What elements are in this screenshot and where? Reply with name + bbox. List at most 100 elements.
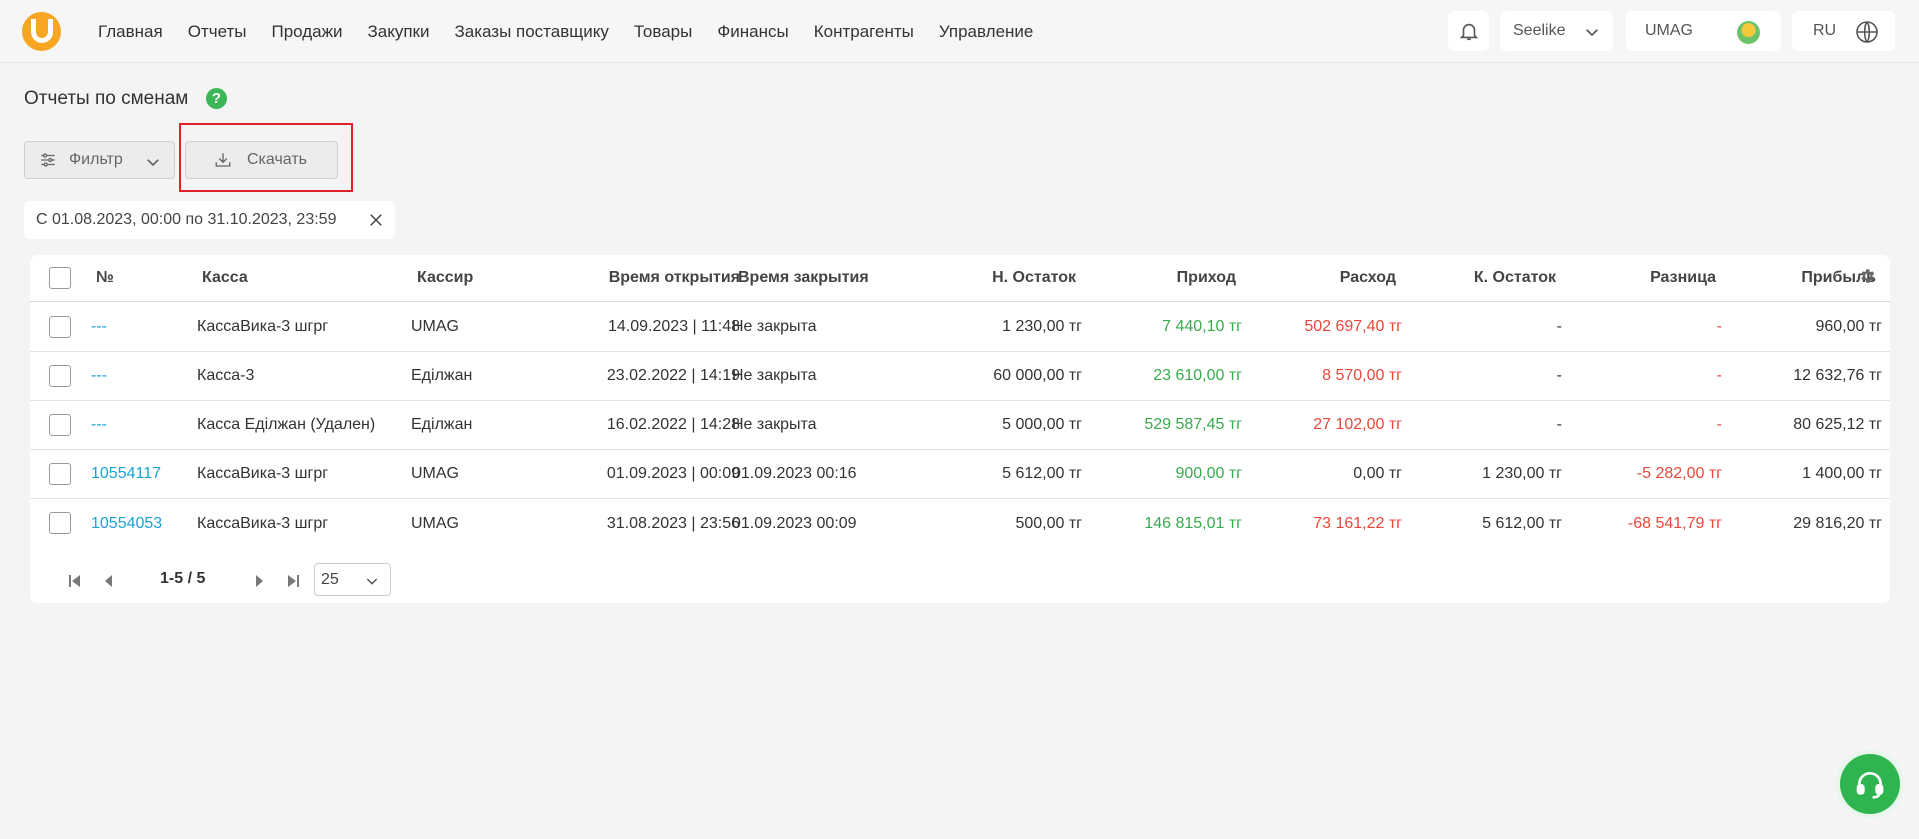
row-end-balance: - <box>1556 367 1562 384</box>
row-checkbox[interactable] <box>49 414 71 436</box>
nav-item-home[interactable]: Главная <box>98 22 163 42</box>
row-checkbox[interactable] <box>49 365 71 387</box>
table-row[interactable]: --- Касса Еділжан (Удален) Еділжан 16.02… <box>30 401 1890 450</box>
nav-item-purchases[interactable]: Закупки <box>367 22 429 42</box>
row-profit: 1 400,00 тг <box>1802 465 1882 482</box>
col-profit[interactable]: Прибыль <box>1710 255 1876 301</box>
row-income: 7 440,10 тг <box>1162 318 1242 335</box>
store-selector[interactable]: Seelike <box>1500 11 1613 51</box>
date-filter-chip: С 01.08.2023, 00:00 по 31.10.2023, 23:59 <box>24 201 395 239</box>
page-size-value: 25 <box>321 570 339 588</box>
next-page-icon[interactable] <box>252 574 266 588</box>
pagination: 1-5 / 5 25 <box>30 560 630 600</box>
avatar <box>1737 21 1760 44</box>
row-close-time: Не закрыта <box>732 416 817 433</box>
col-expense[interactable]: Расход <box>1230 255 1396 301</box>
gear-icon[interactable] <box>1858 267 1876 285</box>
main-nav: Главная Отчеты Продажи Закупки Заказы по… <box>98 0 1058 63</box>
chevron-down-icon <box>366 578 378 585</box>
umag-logo[interactable] <box>22 12 61 51</box>
chevron-down-icon <box>1586 29 1598 37</box>
row-profit: 960,00 тг <box>1815 318 1882 335</box>
row-cashier: Еділжан <box>411 416 473 433</box>
row-number[interactable]: --- <box>91 352 107 400</box>
account-menu[interactable]: UMAG <box>1626 11 1781 51</box>
row-end-balance: - <box>1556 318 1562 335</box>
row-difference: - <box>1716 416 1722 433</box>
nav-item-products[interactable]: Товары <box>634 22 692 42</box>
page-title: Отчеты по сменам <box>24 88 189 109</box>
row-profit: 12 632,76 тг <box>1793 367 1882 384</box>
table-row[interactable]: --- Касса-3 Еділжан 23.02.2022 | 14:19 Н… <box>30 352 1890 401</box>
notifications-button[interactable] <box>1448 11 1489 51</box>
row-income: 23 610,00 тг <box>1153 367 1242 384</box>
row-start-balance: 60 000,00 тг <box>993 367 1082 384</box>
row-start-balance: 5 612,00 тг <box>1002 465 1082 482</box>
col-open-time[interactable]: Время открытия <box>560 255 740 301</box>
row-cashier: Еділжан <box>411 367 473 384</box>
language-selector[interactable]: RU <box>1792 11 1895 51</box>
row-checkbox[interactable] <box>49 463 71 485</box>
row-end-balance: 5 612,00 тг <box>1482 514 1562 532</box>
row-kassa: Касса Еділжан (Удален) <box>197 416 376 433</box>
row-number[interactable]: --- <box>91 401 107 449</box>
row-expense: 27 102,00 тг <box>1313 416 1402 433</box>
nav-item-counterparties[interactable]: Контрагенты <box>814 22 914 42</box>
nav-item-management[interactable]: Управление <box>939 22 1034 42</box>
col-kassa[interactable]: Касса <box>202 255 248 301</box>
row-profit: 80 625,12 тг <box>1793 416 1882 433</box>
row-number[interactable]: 10554053 <box>91 499 162 548</box>
highlight-box <box>179 123 353 192</box>
page-range: 1-5 / 5 <box>160 570 206 587</box>
row-kassa: КассаВика-3 шгрг <box>197 465 329 482</box>
filter-button[interactable]: Фильтр <box>24 141 175 179</box>
col-num[interactable]: № <box>96 255 114 301</box>
row-cashier: UMAG <box>411 514 459 532</box>
col-end-balance[interactable]: К. Остаток <box>1390 255 1556 301</box>
nav-item-finance[interactable]: Финансы <box>717 22 788 42</box>
table-row[interactable]: 10554053 КассаВика-3 шгрг UMAG 31.08.202… <box>30 499 1890 548</box>
row-end-balance: 1 230,00 тг <box>1482 465 1562 482</box>
page-size-select[interactable]: 25 <box>314 563 391 596</box>
nav-item-reports[interactable]: Отчеты <box>188 22 247 42</box>
col-close-time[interactable]: Время закрытия <box>738 255 869 301</box>
row-open-time: 23.02.2022 | 14:19 <box>606 367 740 384</box>
last-page-icon[interactable] <box>286 574 300 588</box>
row-number[interactable]: 10554117 <box>91 450 161 498</box>
chevron-down-icon <box>147 159 159 167</box>
nav-item-supplier-orders[interactable]: Заказы поставщику <box>454 22 608 42</box>
row-difference: - <box>1716 367 1722 384</box>
row-kassa: Касса-3 <box>197 367 255 384</box>
row-income: 146 815,01 тг <box>1144 514 1242 532</box>
table-header: № Касса Кассир Время открытия Время закр… <box>30 255 1890 302</box>
col-start-balance[interactable]: Н. Остаток <box>910 255 1076 301</box>
date-filter-text: С 01.08.2023, 00:00 по 31.10.2023, 23:59 <box>36 211 337 228</box>
row-difference: -68 541,79 тг <box>1627 514 1722 532</box>
prev-page-icon[interactable] <box>102 574 116 588</box>
row-income: 900,00 тг <box>1175 465 1242 482</box>
col-income[interactable]: Приход <box>1070 255 1236 301</box>
select-all-checkbox[interactable] <box>49 267 71 289</box>
row-open-time: 14.09.2023 | 11:48 <box>608 318 740 335</box>
nav-item-sales[interactable]: Продажи <box>271 22 342 42</box>
support-button[interactable] <box>1840 754 1900 814</box>
row-number[interactable]: --- <box>91 303 107 351</box>
bell-icon <box>1459 23 1478 41</box>
row-open-time: 31.08.2023 | 23:56 <box>606 514 740 532</box>
row-start-balance: 1 230,00 тг <box>1002 318 1082 335</box>
col-cashier[interactable]: Кассир <box>417 255 473 301</box>
account-name: UMAG <box>1645 22 1693 39</box>
table-row[interactable]: 10554117 КассаВика-3 шгрг UMAG 01.09.202… <box>30 450 1890 499</box>
row-close-time: Не закрыта <box>732 367 817 384</box>
row-expense: 73 161,22 тг <box>1313 514 1402 532</box>
row-checkbox[interactable] <box>49 316 71 338</box>
headset-icon <box>1856 772 1884 799</box>
first-page-icon[interactable] <box>68 574 82 588</box>
row-open-time: 16.02.2022 | 14:28 <box>606 416 740 433</box>
row-checkbox[interactable] <box>49 512 71 534</box>
table-row[interactable]: --- КассаВика-3 шгрг UMAG 14.09.2023 | 1… <box>30 303 1890 352</box>
help-icon[interactable]: ? <box>206 88 227 109</box>
row-income: 529 587,45 тг <box>1144 416 1242 433</box>
col-difference[interactable]: Разница <box>1550 255 1716 301</box>
close-icon[interactable] <box>367 211 385 229</box>
